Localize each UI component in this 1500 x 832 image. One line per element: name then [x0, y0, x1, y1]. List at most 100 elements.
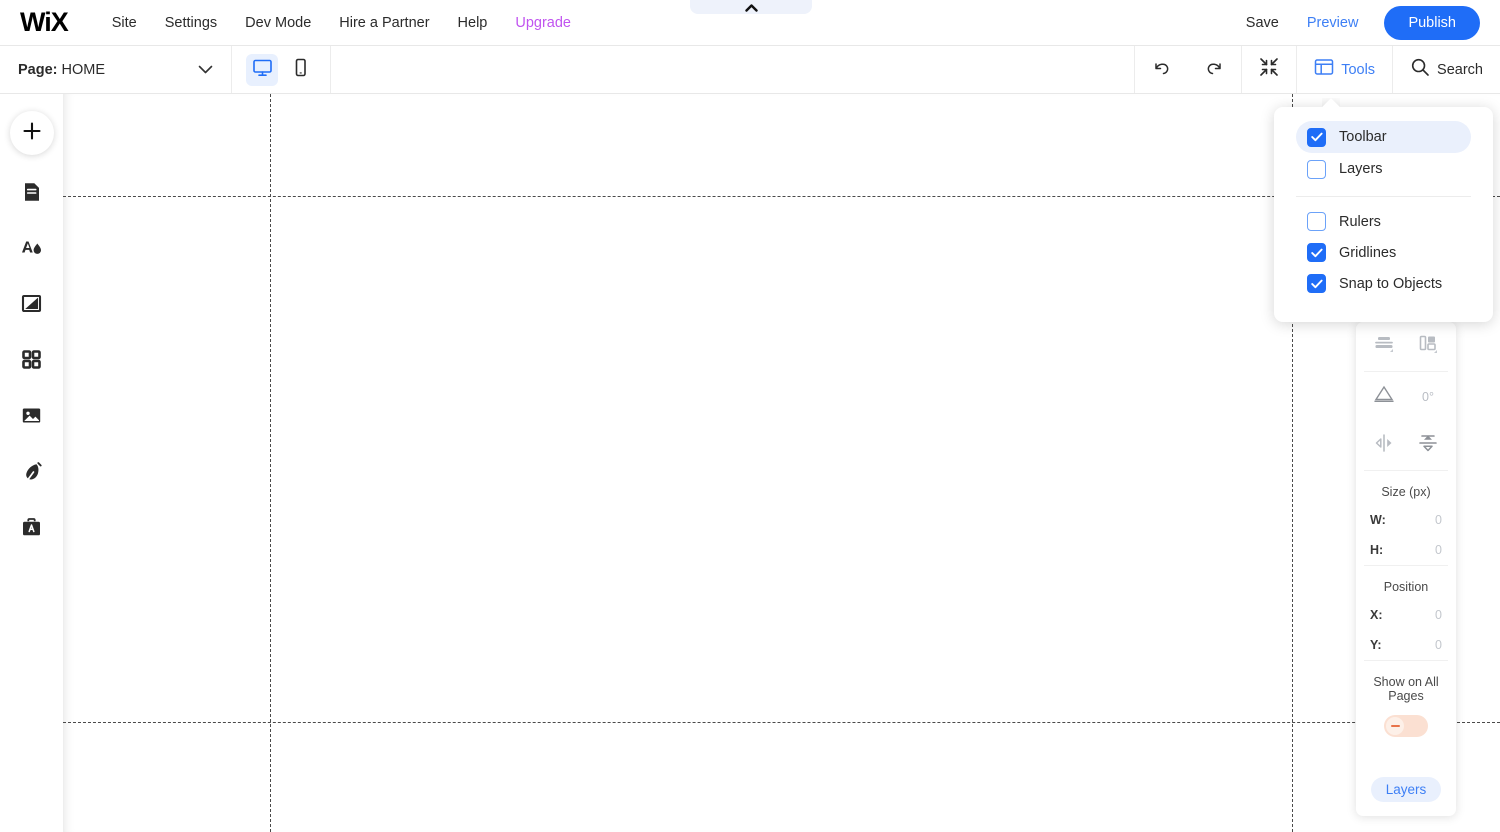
- tools-dropdown-menu: Toolbar Layers Rulers Gridlines Snap to …: [1274, 107, 1493, 322]
- search-button-label: Search: [1437, 61, 1483, 78]
- size-section-title: Size (px): [1381, 485, 1431, 499]
- layers-button[interactable]: Layers: [1370, 777, 1442, 802]
- redo-button[interactable]: [1188, 46, 1241, 93]
- save-button[interactable]: Save: [1232, 9, 1293, 37]
- x-value: 0: [1435, 608, 1442, 622]
- flip-row: [1356, 421, 1456, 470]
- sidebar-item-background[interactable]: [12, 286, 52, 326]
- rotate-angle-icon: [1373, 383, 1395, 410]
- dropdown-label-layers: Layers: [1339, 161, 1383, 177]
- zoom-group: [1241, 46, 1296, 93]
- dropdown-group-view-aids: Rulers Gridlines Snap to Objects: [1274, 206, 1493, 299]
- tools-button[interactable]: Tools: [1297, 46, 1392, 93]
- layers-button-wrap: Layers: [1356, 777, 1456, 816]
- y-label: Y:: [1370, 638, 1382, 652]
- mobile-icon: [290, 57, 311, 83]
- gridline-horizontal: [63, 722, 1500, 723]
- rotate-value[interactable]: 0°: [1406, 390, 1450, 404]
- sidebar-item-pages[interactable]: [12, 174, 52, 214]
- menu-item-settings[interactable]: Settings: [151, 9, 231, 37]
- checkbox-rulers[interactable]: [1307, 212, 1326, 231]
- dropdown-item-gridlines[interactable]: Gridlines: [1296, 237, 1471, 268]
- mobile-view-button[interactable]: [284, 54, 316, 86]
- search-icon: [1410, 57, 1430, 82]
- theme-design-icon: [19, 236, 45, 265]
- y-value: 0: [1435, 638, 1442, 652]
- x-field[interactable]: X: 0: [1356, 600, 1456, 630]
- page-selector[interactable]: Page: HOME: [0, 46, 232, 93]
- left-sidebar: [0, 94, 63, 832]
- menu-item-upgrade[interactable]: Upgrade: [501, 9, 585, 37]
- flip-vertical-icon: [1417, 432, 1439, 459]
- dropdown-item-toolbar[interactable]: Toolbar: [1296, 121, 1471, 153]
- flip-horizontal-button[interactable]: [1362, 432, 1406, 459]
- wix-editor-window: WiX Site Settings Dev Mode Hire a Partne…: [0, 0, 1500, 832]
- panel-layout-icon: [1314, 57, 1334, 82]
- dropdown-label-gridlines: Gridlines: [1339, 244, 1397, 261]
- checkbox-snap-to-objects[interactable]: [1307, 274, 1326, 293]
- position-section-title: Position: [1383, 580, 1429, 594]
- show-on-all-pages-toggle-wrap: [1356, 709, 1456, 747]
- main-menu: Site Settings Dev Mode Hire a Partner He…: [98, 9, 585, 37]
- add-element-button[interactable]: [9, 111, 54, 155]
- redo-icon: [1204, 57, 1225, 83]
- undo-button[interactable]: [1135, 46, 1188, 93]
- tools-button-label: Tools: [1341, 61, 1376, 78]
- wix-logo[interactable]: WiX: [20, 9, 69, 36]
- dropdown-item-snap-to-objects[interactable]: Snap to Objects: [1296, 268, 1471, 299]
- height-value: 0: [1435, 543, 1442, 557]
- zoom-out-icon: [1258, 56, 1280, 83]
- show-on-all-pages-title: Show on All Pages: [1373, 675, 1439, 703]
- menu-item-site[interactable]: Site: [98, 9, 151, 37]
- flip-horizontal-icon: [1373, 432, 1395, 459]
- x-label: X:: [1370, 608, 1383, 622]
- height-field[interactable]: H: 0: [1356, 535, 1456, 565]
- checkbox-gridlines[interactable]: [1307, 243, 1326, 262]
- width-field[interactable]: W: 0: [1356, 505, 1456, 535]
- page-selector-label: Page: HOME: [18, 62, 105, 78]
- sidebar-item-apps[interactable]: [12, 342, 52, 382]
- page-name: HOME: [61, 61, 106, 78]
- menu-item-help[interactable]: Help: [444, 9, 502, 37]
- flip-vertical-button[interactable]: [1406, 432, 1450, 459]
- rotation-row: 0°: [1356, 372, 1456, 421]
- search-button[interactable]: Search: [1393, 46, 1500, 93]
- floating-toolbar-panel: 0° Size (px) W: 0 H: 0 Position X: 0 Y: …: [1356, 322, 1456, 816]
- publish-button[interactable]: Publish: [1384, 5, 1480, 40]
- align-row: [1356, 322, 1456, 371]
- dropdown-divider: [1296, 196, 1471, 197]
- collapsed-panel-tab[interactable]: [690, 0, 812, 14]
- media-image-icon: [20, 404, 43, 432]
- sidebar-item-theme-design[interactable]: [12, 230, 52, 270]
- rotate-button[interactable]: [1362, 383, 1406, 410]
- checkbox-layers[interactable]: [1307, 159, 1326, 179]
- dropdown-label-toolbar: Toolbar: [1339, 129, 1387, 145]
- dropdown-item-layers[interactable]: Layers: [1296, 153, 1471, 185]
- top-bar-actions: Save Preview Publish: [1232, 5, 1500, 40]
- dropdown-item-rulers[interactable]: Rulers: [1296, 206, 1471, 237]
- pages-icon: [20, 180, 44, 209]
- sidebar-item-blog[interactable]: [12, 454, 52, 494]
- desktop-icon: [252, 57, 273, 83]
- y-field[interactable]: Y: 0: [1356, 630, 1456, 660]
- toggle-knob: [1386, 717, 1404, 735]
- blog-pen-icon: [20, 460, 44, 489]
- dropdown-caret: [1322, 98, 1340, 108]
- desktop-view-button[interactable]: [246, 53, 278, 86]
- distribute-button[interactable]: [1406, 333, 1450, 360]
- zoom-out-button[interactable]: [1242, 46, 1296, 93]
- width-label: W:: [1370, 513, 1386, 527]
- secondary-toolbar: Page: HOME Tools Search: [0, 46, 1500, 94]
- menu-item-hire-a-partner[interactable]: Hire a Partner: [325, 9, 443, 37]
- distribute-horizontal-icon: [1417, 333, 1439, 360]
- sidebar-item-marketing[interactable]: [12, 510, 52, 550]
- menu-item-dev-mode[interactable]: Dev Mode: [231, 9, 325, 37]
- dropdown-label-rulers: Rulers: [1339, 213, 1381, 230]
- checkbox-toolbar[interactable]: [1307, 127, 1326, 147]
- history-group: [1134, 46, 1241, 93]
- sidebar-item-media[interactable]: [12, 398, 52, 438]
- align-button[interactable]: [1362, 333, 1406, 360]
- dropdown-label-snap-to-objects: Snap to Objects: [1339, 275, 1443, 292]
- preview-button[interactable]: Preview: [1293, 9, 1373, 37]
- show-on-all-pages-toggle[interactable]: [1384, 715, 1428, 737]
